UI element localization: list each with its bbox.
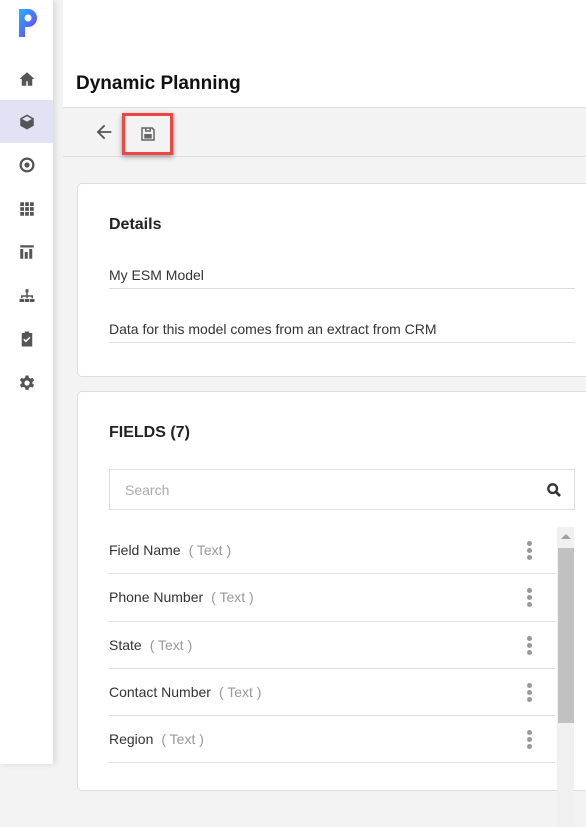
- search-box: [109, 469, 575, 510]
- list-item[interactable]: Region ( Text ): [109, 716, 555, 764]
- clipboard-check-icon: [21, 331, 32, 346]
- scrollbar[interactable]: [557, 527, 574, 827]
- sidebar: [0, 0, 53, 764]
- fields-heading: FIELDS (7): [109, 424, 190, 441]
- field-name: Field Name: [109, 542, 181, 559]
- field-name: Phone Number: [109, 589, 204, 606]
- save-icon: [140, 127, 155, 141]
- grid-icon: [19, 201, 34, 216]
- more-vert-icon[interactable]: [527, 635, 533, 656]
- save-button[interactable]: [122, 113, 173, 155]
- field-type: ( Text ): [161, 731, 204, 748]
- target-icon: [19, 157, 34, 172]
- sidebar-item-hierarchy[interactable]: [0, 274, 53, 317]
- details-card: Details My ESM Model Data for this model…: [77, 183, 586, 377]
- field-type: ( Text ): [211, 589, 254, 606]
- more-vert-icon[interactable]: [527, 541, 533, 561]
- cube-icon: [19, 114, 34, 129]
- list-item[interactable]: Field Name ( Text ): [109, 527, 555, 575]
- list-item[interactable]: Contact Number ( Text ): [109, 669, 555, 717]
- field-name: Region: [109, 731, 154, 748]
- model-name-field[interactable]: My ESM Model: [109, 261, 575, 289]
- sidebar-item-tasks[interactable]: [0, 317, 53, 360]
- fields-card: FIELDS (7) Field Name ( Text ) Phone Numb…: [77, 391, 586, 827]
- back-button[interactable]: [93, 121, 115, 143]
- field-type: ( Text ): [188, 542, 232, 559]
- fields-list: Field Name( Text ) Phone Number( Text ) …: [109, 527, 555, 764]
- app-logo: [19, 9, 37, 37]
- page-title: Dynamic Planning: [76, 73, 241, 94]
- search-input[interactable]: [125, 481, 534, 498]
- toolbar: [63, 107, 586, 157]
- gear-icon: [19, 375, 34, 390]
- main-content: Dynamic Planning Details My ESM Model Da…: [63, 0, 586, 827]
- field-type: ( Text ): [149, 636, 193, 653]
- field-name: State: [109, 636, 142, 653]
- more-vert-icon[interactable]: [527, 730, 533, 750]
- search-icon[interactable]: [534, 482, 574, 498]
- sidebar-item-grid[interactable]: [0, 187, 53, 230]
- scroll-up-icon[interactable]: [561, 534, 571, 539]
- field-type: ( Text ): [218, 684, 262, 701]
- model-description-field[interactable]: Data for this model comes from an extrac…: [109, 315, 575, 343]
- field-name: Contact Number: [109, 684, 211, 701]
- sidebar-item-target[interactable]: [0, 143, 53, 186]
- scrollbar-thumb[interactable]: [558, 548, 574, 723]
- sidebar-item-settings[interactable]: [0, 361, 53, 404]
- hierarchy-icon: [19, 288, 34, 302]
- chart-icon: [19, 244, 34, 259]
- sidebar-item-home[interactable]: [0, 57, 53, 100]
- more-vert-icon[interactable]: [527, 588, 533, 608]
- list-item[interactable]: Phone Number ( Text ): [109, 574, 555, 622]
- more-vert-icon[interactable]: [527, 682, 533, 703]
- sidebar-item-reports[interactable]: [0, 230, 53, 273]
- header: Dynamic Planning: [63, 0, 586, 107]
- home-icon: [19, 71, 34, 86]
- details-heading: Details: [109, 216, 162, 233]
- list-item[interactable]: State ( Text ): [109, 622, 555, 669]
- sidebar-item-models[interactable]: [0, 100, 53, 143]
